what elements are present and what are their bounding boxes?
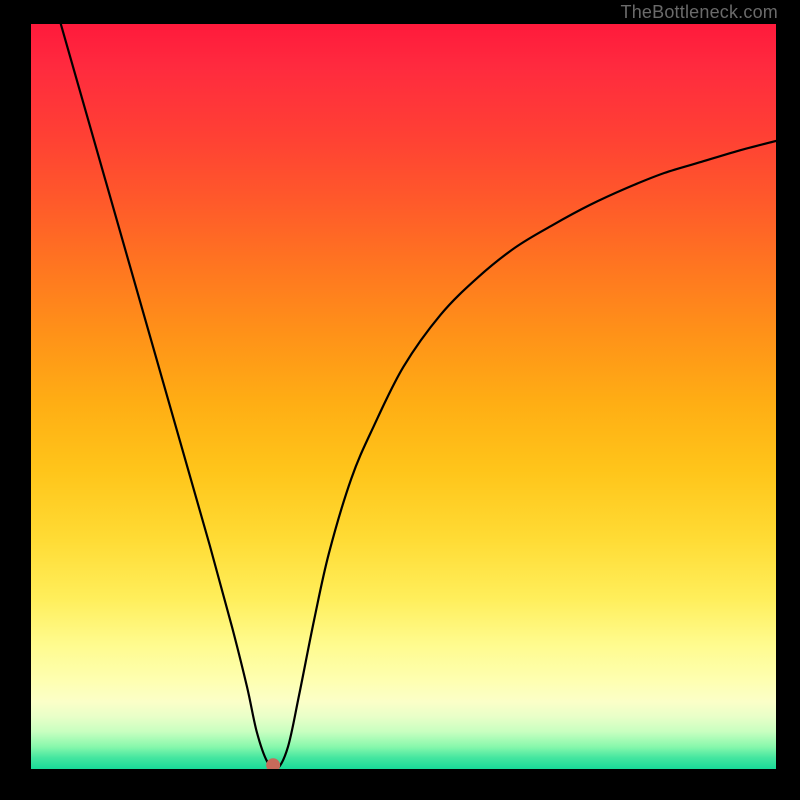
marker-dot xyxy=(266,758,280,769)
watermark-text: TheBottleneck.com xyxy=(621,2,778,23)
chart-frame: TheBottleneck.com xyxy=(0,0,800,800)
plot-area xyxy=(31,24,776,769)
bottleneck-curve-path xyxy=(61,24,776,769)
curve-svg xyxy=(31,24,776,769)
